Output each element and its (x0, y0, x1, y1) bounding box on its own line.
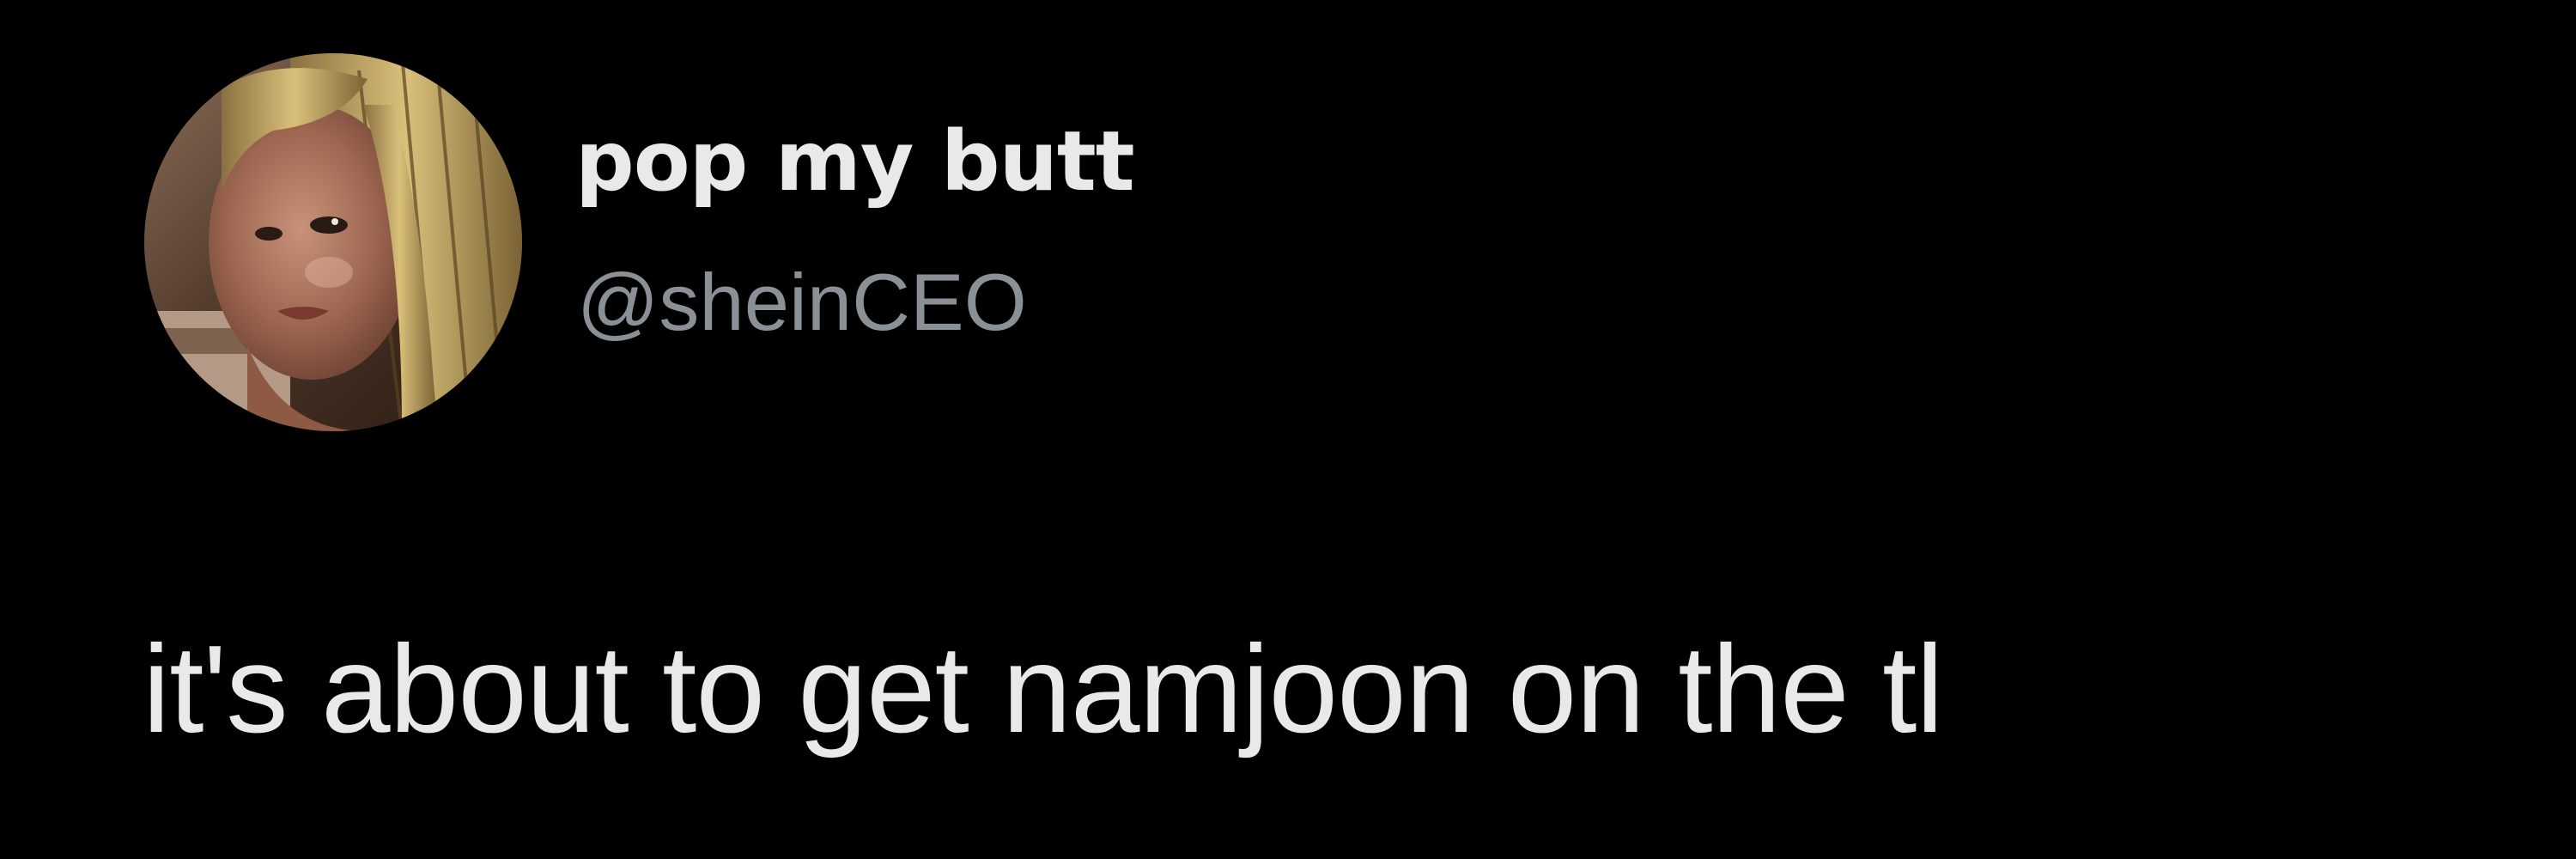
tweet-text: it's about to get namjoon on the tl (143, 619, 1944, 758)
user-handle[interactable]: @sheinCEO (577, 262, 1027, 343)
avatar[interactable] (144, 53, 522, 431)
profile-photo-icon (144, 53, 522, 431)
tweet-card: pop my butt @sheinCEO it's about to get … (0, 0, 2576, 859)
display-name[interactable]: pop my butt (575, 120, 1135, 203)
